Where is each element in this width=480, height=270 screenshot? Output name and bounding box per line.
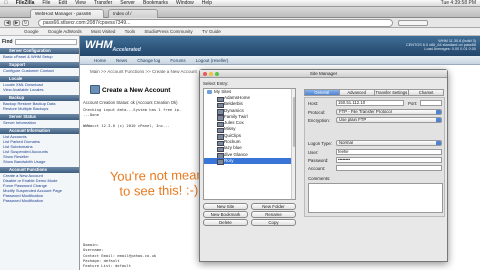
site-tree[interactable]: My Sites AdamsHome Belderbis Dynamics Fa…: [203, 88, 296, 200]
bookmark-item[interactable]: TV Guide: [202, 29, 221, 34]
sidebar-link[interactable]: Basic cPanel & WHM Setup: [0, 54, 79, 59]
apple-icon[interactable]: : [4, 0, 8, 6]
back-icon[interactable]: ◀: [4, 20, 11, 26]
menu-server[interactable]: Server: [120, 0, 135, 6]
tab-charset[interactable]: Charset: [409, 89, 444, 96]
menu-app-name[interactable]: FileZilla: [16, 0, 35, 6]
chevron-down-icon: [436, 110, 441, 114]
site-entry-selected[interactable]: Rory: [204, 157, 295, 166]
sidebar-link[interactable]: Password Modification: [0, 198, 79, 203]
comments-label: Comments:: [308, 176, 331, 181]
bookmark-item[interactable]: StudioPress Community: [144, 29, 192, 34]
comments-textarea[interactable]: [308, 183, 443, 213]
nav-logout[interactable]: Logout (reseller): [196, 58, 229, 63]
nav-forums[interactable]: Forums: [170, 58, 185, 63]
new-bookmark-button[interactable]: New Bookmark: [203, 211, 248, 218]
menu-window[interactable]: Window: [176, 0, 194, 6]
menubar-clock: Tue 4:39:58 PM: [440, 0, 476, 6]
protocol-select[interactable]: FTP - File Transfer Protocol: [336, 109, 442, 115]
logon-type-label: Logon Type:: [308, 141, 333, 146]
tab-advanced[interactable]: Advanced: [339, 89, 375, 96]
sidebar-link[interactable]: Show Bandwidth Usage: [0, 159, 79, 164]
breadcrumb[interactable]: Main >> Account Functions >> Create a Ne…: [90, 69, 197, 74]
delete-button[interactable]: Delete: [203, 219, 248, 226]
account-icon: [90, 85, 100, 94]
window-controls: [203, 72, 219, 76]
bookmark-item[interactable]: Most Visited: [91, 29, 115, 34]
nav-changelog[interactable]: Change log: [137, 58, 160, 63]
general-settings-form: Host: 150.51.112.10 Port: Protocol: FTP …: [304, 97, 445, 217]
protocol-label: Protocol:: [308, 110, 326, 115]
host-input[interactable]: 150.51.112.10: [336, 100, 404, 106]
tab-transfer-settings[interactable]: Transfer Settings: [374, 89, 410, 96]
sidebar-link[interactable]: View Available Locales: [0, 87, 79, 92]
menubar:  FileZilla File Edit View Transfer Serv…: [0, 0, 480, 7]
bookmark-item[interactable]: Google AdWords: [48, 29, 82, 34]
dialog-title: Site Manager: [309, 71, 338, 76]
account-input[interactable]: [336, 165, 442, 171]
sidebar-link[interactable]: Server Information: [0, 120, 79, 125]
user-label: User:: [308, 150, 319, 155]
settings-tabs: General Advanced Transfer Settings Chars…: [304, 89, 444, 96]
browser-tab-whm[interactable]: WebHost Manager - pass66: [30, 9, 104, 18]
overlay-message: You're not meant to see this! :-): [109, 167, 208, 199]
user-input[interactable]: feefie: [336, 149, 442, 155]
minimize-icon[interactable]: [209, 72, 213, 76]
sidebar-link[interactable]: Configure Customer Contact: [0, 68, 79, 73]
encryption-select[interactable]: Use plain FTP: [336, 117, 442, 123]
password-input[interactable]: ••••••••: [336, 157, 442, 163]
menu-edit[interactable]: Edit: [58, 0, 67, 6]
chevron-down-icon: [436, 118, 441, 122]
whm-sidebar: Find Server Configuration Basic cPanel &…: [0, 36, 80, 270]
rename-button[interactable]: Rename: [251, 211, 296, 218]
whm-header: WHMAccelerated WHM 11.30.6 (build 3) CEN…: [80, 36, 480, 56]
host-label: Host:: [308, 101, 319, 106]
menu-view[interactable]: View: [75, 0, 86, 6]
password-label: Password:: [308, 158, 329, 163]
bookmark-item[interactable]: Google: [24, 29, 39, 34]
nav-home[interactable]: Home: [94, 58, 106, 63]
reload-icon[interactable]: ↻: [22, 20, 29, 26]
site-manager-dialog: Site Manager Select Entry: My Sites Adam…: [199, 69, 448, 262]
account-label: Account:: [308, 166, 326, 171]
whm-nav: Home News Change log Forums Logout (rese…: [80, 56, 480, 65]
sidebar-link[interactable]: Restore Multiple Backups: [0, 106, 79, 111]
address-toolbar: ◀ ▶ ↻ pass66.stlsecr.com:2087/cpsess7349…: [0, 18, 480, 28]
sidebar-find: Find: [2, 39, 77, 45]
menu-help[interactable]: Help: [202, 0, 212, 6]
bookmark-item[interactable]: Tools: [125, 29, 136, 34]
server-info: WHM 11.30.6 (build 3) CENTOS 6.0 x86_64 …: [405, 39, 476, 52]
browser-tab-strip: WebHost Manager - pass66 Index of /: [0, 7, 480, 18]
zoom-icon[interactable]: [215, 72, 219, 76]
browser-tab-index[interactable]: Index of /: [108, 9, 158, 18]
forward-icon[interactable]: ▶: [13, 20, 20, 26]
find-label: Find: [2, 39, 13, 45]
search-box[interactable]: [398, 20, 428, 26]
bookmarks-bar: Google Google AdWords Most Visited Tools…: [0, 28, 480, 36]
encryption-label: Encryption:: [308, 118, 330, 123]
logon-type-select[interactable]: Normal: [336, 140, 442, 146]
nav-news[interactable]: News: [116, 58, 127, 63]
creation-status: Account Creation Status: ok (Account Cre…: [83, 100, 178, 105]
tree-scrollbar[interactable]: [291, 89, 295, 199]
close-icon[interactable]: [203, 72, 207, 76]
copy-button[interactable]: Copy: [251, 219, 296, 226]
port-input[interactable]: [420, 100, 442, 106]
tab-general[interactable]: General: [304, 89, 340, 96]
chevron-down-icon: [436, 141, 441, 145]
dialog-titlebar[interactable]: Site Manager: [200, 70, 447, 78]
select-entry-label: Select Entry:: [203, 81, 229, 86]
menu-bookmarks[interactable]: Bookmarks: [143, 0, 168, 6]
new-site-button[interactable]: New Site: [203, 203, 248, 210]
page-title: Create a New Account: [102, 87, 171, 94]
new-folder-button[interactable]: New Folder: [251, 203, 296, 210]
menu-file[interactable]: File: [42, 0, 50, 6]
port-label: Port:: [408, 101, 418, 106]
find-input[interactable]: [14, 39, 77, 45]
menu-transfer[interactable]: Transfer: [94, 0, 112, 6]
url-input[interactable]: pass66.stlsecr.com:2087/cpsess7349...: [38, 19, 393, 27]
whm-logo: WHMAccelerated: [85, 39, 141, 54]
